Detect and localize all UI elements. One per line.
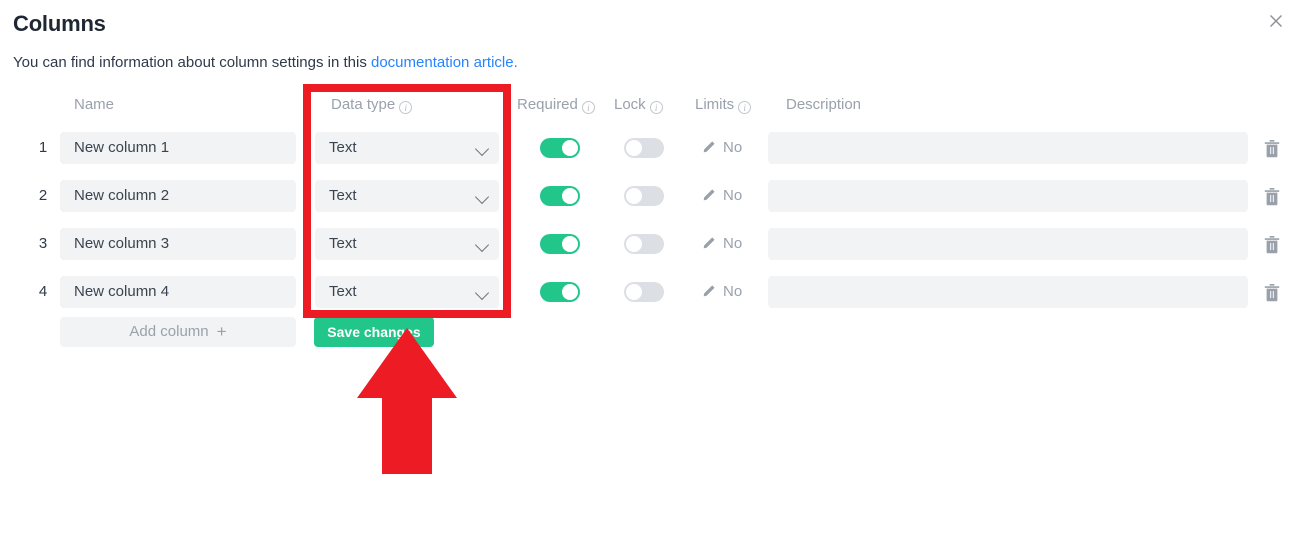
- description-input[interactable]: [768, 180, 1248, 212]
- plus-icon: +: [216, 322, 227, 341]
- lock-toggle[interactable]: [624, 186, 664, 206]
- pencil-icon: [702, 230, 716, 262]
- header-lock: Lock i: [614, 94, 663, 118]
- header-lock-label: Lock: [614, 96, 646, 113]
- pencil-icon: [702, 134, 716, 166]
- limits-value: No: [723, 235, 743, 252]
- row-index: 2: [38, 187, 48, 204]
- toggle-knob: [626, 188, 642, 204]
- subtitle-text: You can find information about column se…: [13, 54, 371, 71]
- lock-toggle[interactable]: [624, 282, 664, 302]
- page-title: Columns: [13, 11, 106, 36]
- header-data-type: Data type i: [331, 94, 413, 118]
- columns-dialog: Columns You can find information about c…: [0, 0, 1299, 550]
- description-input[interactable]: [768, 276, 1248, 308]
- limits-value: No: [723, 187, 743, 204]
- toggle-knob: [626, 284, 642, 300]
- lock-toggle[interactable]: [624, 138, 664, 158]
- data-type-select[interactable]: Text: [315, 276, 499, 308]
- required-toggle[interactable]: [540, 234, 580, 254]
- column-name-input[interactable]: New column 1: [60, 132, 296, 164]
- subtitle: You can find information about column se…: [13, 54, 518, 71]
- toggle-knob: [562, 284, 578, 300]
- limits-value: No: [723, 139, 743, 156]
- row-index: 1: [38, 139, 48, 156]
- delete-row-icon[interactable]: [1263, 139, 1281, 158]
- chevron-down-icon: [474, 285, 490, 301]
- add-column-button[interactable]: Add column +: [60, 317, 296, 347]
- info-icon[interactable]: i: [581, 96, 595, 118]
- description-input[interactable]: [768, 132, 1248, 164]
- header-data-type-label: Data type: [331, 96, 396, 113]
- header-name: Name: [74, 96, 115, 113]
- header-required: Required i: [517, 94, 595, 118]
- row-index: 4: [38, 283, 48, 300]
- header-limits: Limits i: [695, 94, 752, 118]
- limits-value: No: [723, 283, 743, 300]
- close-icon[interactable]: [1262, 7, 1290, 35]
- data-type-value: Text: [329, 235, 357, 252]
- limits-cell[interactable]: No: [702, 228, 742, 260]
- data-type-select[interactable]: Text: [315, 132, 499, 164]
- row-index: 3: [38, 235, 48, 252]
- data-type-value: Text: [329, 139, 357, 156]
- info-icon[interactable]: i: [738, 96, 752, 118]
- limits-cell[interactable]: No: [702, 276, 742, 308]
- add-column-label: Add column: [129, 323, 209, 340]
- table-row: 2 New column 2 Text No: [0, 180, 1299, 212]
- pencil-icon: [702, 182, 716, 214]
- annotation-arrow-up: [356, 328, 458, 474]
- table-row: 4 New column 4 Text No: [0, 276, 1299, 308]
- description-input[interactable]: [768, 228, 1248, 260]
- required-toggle[interactable]: [540, 186, 580, 206]
- required-toggle[interactable]: [540, 138, 580, 158]
- chevron-down-icon: [474, 237, 490, 253]
- limits-cell[interactable]: No: [702, 180, 742, 212]
- header-description: Description: [786, 96, 862, 113]
- header-required-label: Required: [517, 96, 578, 113]
- header-limits-label: Limits: [695, 96, 735, 113]
- chevron-down-icon: [474, 141, 490, 157]
- data-type-value: Text: [329, 187, 357, 204]
- column-name-input[interactable]: New column 3: [60, 228, 296, 260]
- table-header-row: Name Data type i Required i Lock i Limits i …: [0, 94, 1299, 116]
- delete-row-icon[interactable]: [1263, 187, 1281, 206]
- delete-row-icon[interactable]: [1263, 235, 1281, 254]
- toggle-knob: [562, 236, 578, 252]
- limits-cell[interactable]: No: [702, 132, 742, 164]
- save-changes-button[interactable]: Save changes: [314, 317, 434, 347]
- column-name-input[interactable]: New column 2: [60, 180, 296, 212]
- toggle-knob: [562, 140, 578, 156]
- column-name-input[interactable]: New column 4: [60, 276, 296, 308]
- table-row: 3 New column 3 Text No: [0, 228, 1299, 260]
- data-type-select[interactable]: Text: [315, 180, 499, 212]
- toggle-knob: [626, 236, 642, 252]
- toggle-knob: [562, 188, 578, 204]
- delete-row-icon[interactable]: [1263, 283, 1281, 302]
- required-toggle[interactable]: [540, 282, 580, 302]
- info-icon[interactable]: i: [399, 96, 413, 118]
- data-type-select[interactable]: Text: [315, 228, 499, 260]
- toggle-knob: [626, 140, 642, 156]
- lock-toggle[interactable]: [624, 234, 664, 254]
- pencil-icon: [702, 278, 716, 310]
- documentation-article-link[interactable]: documentation article.: [371, 54, 518, 71]
- table-row: 1 New column 1 Text No: [0, 132, 1299, 164]
- chevron-down-icon: [474, 189, 490, 205]
- data-type-value: Text: [329, 283, 357, 300]
- info-icon[interactable]: i: [649, 96, 663, 118]
